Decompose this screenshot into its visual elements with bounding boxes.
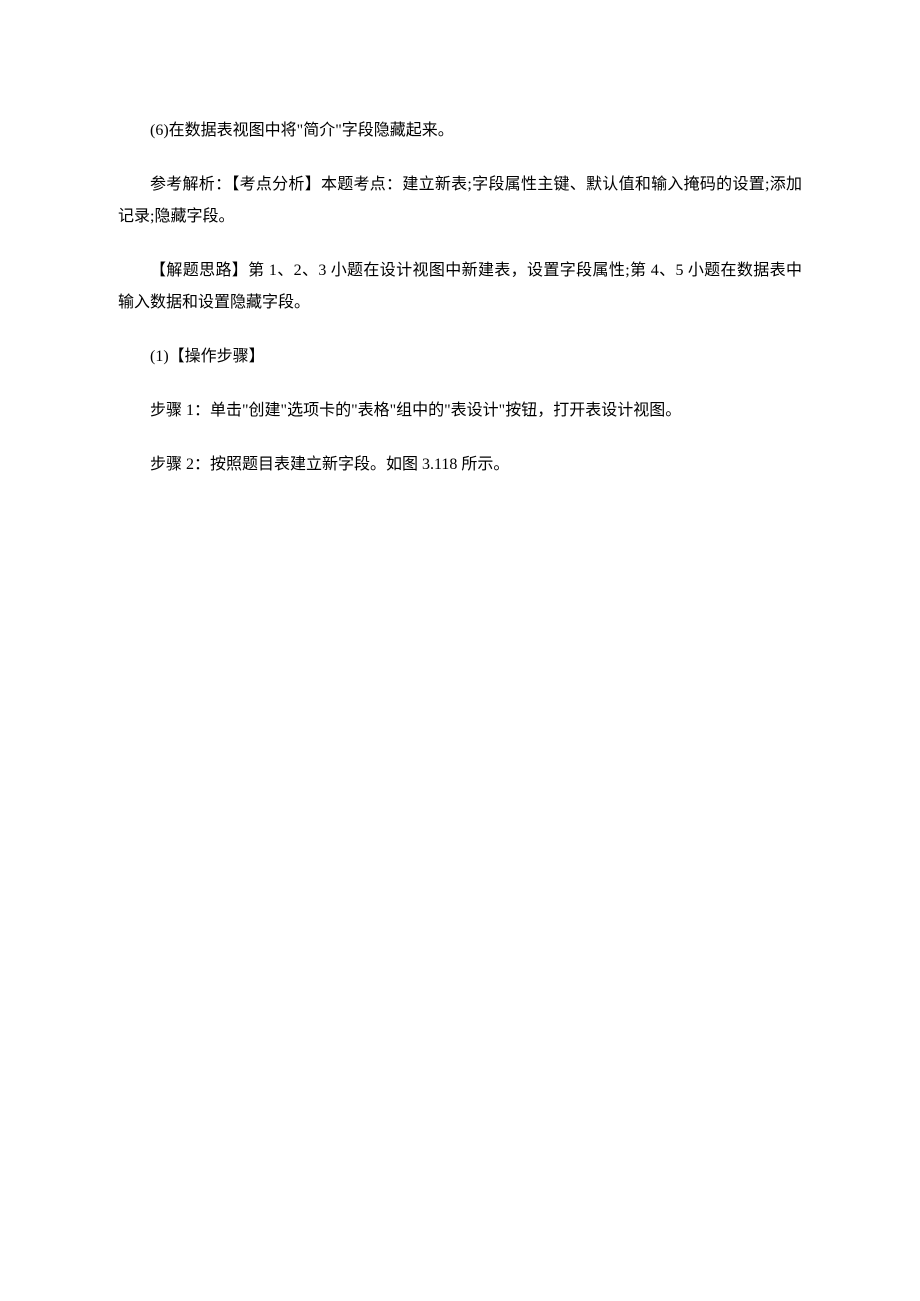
paragraph-solution-approach: 【解题思路】第 1、2、3 小题在设计视图中新建表，设置字段属性;第 4、5 小… [118, 255, 802, 319]
paragraph-step-2: 步骤 2：按照题目表建立新字段。如图 3.118 所示。 [118, 449, 802, 481]
paragraph-analysis: 参考解析：【考点分析】本题考点：建立新表;字段属性主键、默认值和输入掩码的设置;… [118, 169, 802, 233]
paragraph-operation-steps-header: (1)【操作步骤】 [118, 341, 802, 373]
paragraph-step-1: 步骤 1：单击"创建"选项卡的"表格"组中的"表设计"按钮，打开表设计视图。 [118, 395, 802, 427]
paragraph-6: (6)在数据表视图中将"简介"字段隐藏起来。 [118, 115, 802, 147]
